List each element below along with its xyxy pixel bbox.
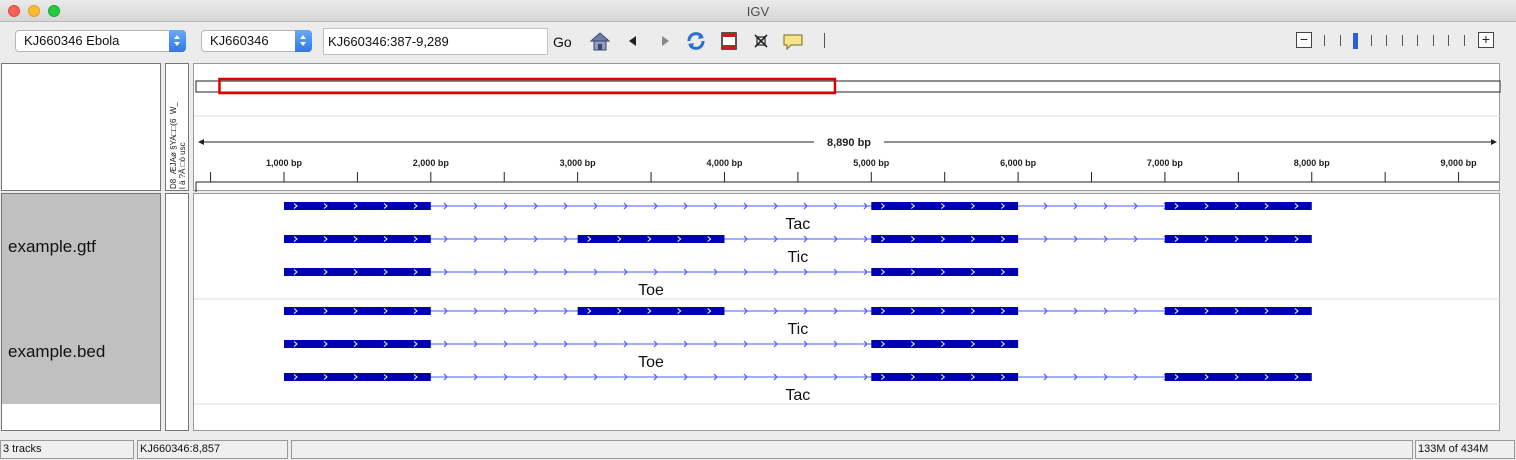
zoom-level-tick[interactable] bbox=[1401, 35, 1403, 46]
zoom-level-tick[interactable] bbox=[1432, 35, 1434, 46]
zoom-level-tick[interactable] bbox=[1324, 35, 1325, 46]
forward-icon[interactable] bbox=[654, 30, 676, 52]
track-data-panel[interactable]: Tac Tic Toe Tic Toe Tac bbox=[193, 193, 1501, 431]
window-title: IGV bbox=[746, 4, 770, 19]
ruler-tick-label: 8,000 bp bbox=[1294, 158, 1331, 168]
chromosome-dropdown[interactable]: KJ660346 bbox=[201, 30, 312, 52]
track-name-panel: example.gtf example.bed bbox=[1, 193, 161, 431]
resize-to-window-icon[interactable] bbox=[750, 30, 772, 52]
feature-tic[interactable]: Tic bbox=[284, 307, 1312, 338]
zoom-out-button[interactable]: − bbox=[1296, 32, 1312, 48]
feature-tac[interactable]: Tac bbox=[284, 373, 1312, 404]
ruler-tick-label: 9,000 bp bbox=[1441, 158, 1478, 168]
zoom-level-tick[interactable] bbox=[1448, 35, 1449, 46]
zoom-level-tick[interactable] bbox=[1386, 35, 1387, 46]
status-message bbox=[291, 440, 1413, 459]
toolbar-divider bbox=[824, 33, 825, 48]
locus-search-input[interactable]: KJ660346:387-9,289 bbox=[323, 28, 548, 55]
dropdown-arrow-icon bbox=[295, 30, 312, 52]
ruler-tick-label: 7,000 bp bbox=[1147, 158, 1184, 168]
toolbar: KJ660346 Ebola KJ660346 KJ660346:387-9,2… bbox=[0, 22, 1516, 60]
genome-dropdown-value: KJ660346 Ebola bbox=[24, 33, 120, 48]
title-bar: IGV bbox=[0, 0, 1516, 22]
data-panel: example.gtf example.bed Tac Tic Toe Tic Toe T… bbox=[0, 192, 1516, 432]
feature-label: Tic bbox=[788, 249, 809, 266]
feature-tac[interactable]: Tac bbox=[284, 202, 1312, 233]
track-name-gtf[interactable]: example.gtf bbox=[8, 237, 96, 257]
zoom-level-tick[interactable] bbox=[1339, 35, 1341, 46]
span-total-label: 8,890 bp bbox=[827, 137, 871, 149]
header-name-panel bbox=[1, 63, 161, 191]
ruler-tick-label: 1,000 bp bbox=[266, 158, 303, 168]
region-of-interest-icon[interactable] bbox=[718, 30, 740, 52]
zoom-level-tick[interactable] bbox=[1370, 35, 1372, 46]
ruler-tick-label: 4,000 bp bbox=[706, 158, 743, 168]
attribute-header: D8 ÆJAø §YA□□(6 W_ l ä ?Ä □ò usc bbox=[165, 63, 189, 191]
feature-toe[interactable]: Toe bbox=[284, 268, 1019, 299]
ruler-tick-label: 6,000 bp bbox=[1000, 158, 1037, 168]
popup-text-icon[interactable] bbox=[782, 30, 804, 52]
status-bar: 3 tracks KJ660346:8,857 133M of 434M bbox=[0, 438, 1516, 460]
ruler-panel[interactable]: 8,890 bp 1,000 bp 2,000 bp 3,000 bp 4,000 b… bbox=[193, 63, 1501, 192]
feature-toe[interactable]: Toe bbox=[284, 340, 1019, 371]
genome-dropdown[interactable]: KJ660346 Ebola bbox=[15, 30, 186, 52]
feature-tic[interactable]: Tic bbox=[284, 235, 1312, 266]
zoom-in-button[interactable]: + bbox=[1478, 32, 1494, 48]
chromosome-dropdown-value: KJ660346 bbox=[210, 33, 269, 48]
ruler-tick-label: 5,000 bp bbox=[853, 158, 890, 168]
zoom-level-tick[interactable] bbox=[1463, 35, 1465, 46]
home-icon[interactable] bbox=[589, 30, 611, 52]
feature-label: Toe bbox=[638, 282, 664, 299]
feature-label: Tic bbox=[788, 321, 809, 338]
ruler-tick-label: 3,000 bp bbox=[560, 158, 597, 168]
feature-tracks: Tac Tic Toe Tic Toe Tac bbox=[194, 202, 1501, 405]
attribute-header-text: D8 ÆJAø §YA□□(6 W_ l ä ?Ä □ò usc bbox=[169, 102, 187, 189]
status-memory: 133M of 434M bbox=[1415, 440, 1515, 459]
track-name-bed[interactable]: example.bed bbox=[8, 342, 105, 362]
attribute-panel bbox=[165, 193, 189, 431]
status-position: KJ660346:8,857 bbox=[137, 440, 288, 459]
zoom-slider-thumb[interactable] bbox=[1353, 33, 1358, 49]
feature-label: Tac bbox=[785, 387, 810, 404]
header-panel: D8 ÆJAø §YA□□(6 W_ l ä ?Ä □ò usc 8,890 b… bbox=[0, 60, 1516, 192]
ruler-tick-label: 2,000 bp bbox=[413, 158, 450, 168]
status-track-count: 3 tracks bbox=[0, 440, 134, 459]
selected-tracks-bg bbox=[2, 194, 160, 404]
feature-label: Tac bbox=[785, 216, 810, 233]
back-icon[interactable] bbox=[622, 30, 644, 52]
ruler: 8,890 bp 1,000 bp 2,000 bp 3,000 bp 4,000 b… bbox=[194, 77, 1501, 192]
refresh-icon[interactable] bbox=[685, 30, 707, 52]
span-left-arrow-icon bbox=[198, 139, 204, 145]
chromosome-ideogram[interactable] bbox=[195, 80, 1501, 93]
go-button[interactable]: Go bbox=[553, 34, 572, 50]
span-right-arrow-icon bbox=[1491, 139, 1497, 145]
dropdown-arrow-icon bbox=[169, 30, 186, 52]
zoom-level-tick[interactable] bbox=[1417, 35, 1418, 46]
feature-label: Toe bbox=[638, 354, 664, 371]
